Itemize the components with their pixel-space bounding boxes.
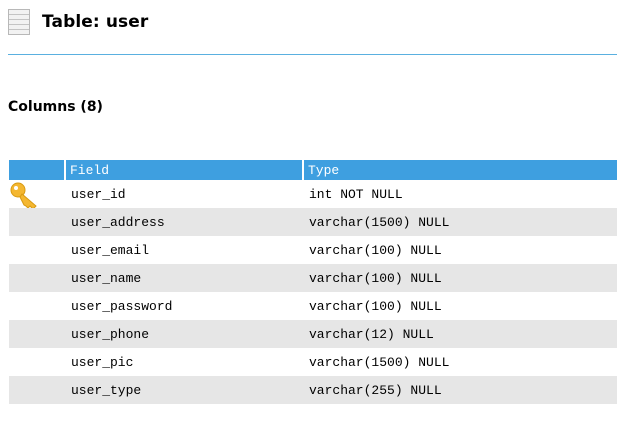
key-cell (9, 208, 65, 236)
field-name: user_phone (65, 320, 303, 348)
field-type: varchar(12) NULL (303, 320, 617, 348)
table-header-row: Field Type (9, 160, 617, 180)
field-name: user_name (65, 264, 303, 292)
field-name: user_address (65, 208, 303, 236)
key-cell (9, 292, 65, 320)
table-row[interactable]: user_password varchar(100) NULL (9, 292, 617, 320)
key-cell (9, 320, 65, 348)
key-cell (9, 180, 65, 210)
field-type: varchar(100) NULL (303, 236, 617, 264)
type-column-header[interactable]: Type (302, 160, 617, 180)
table-row[interactable]: user_address varchar(1500) NULL (9, 208, 617, 236)
table-icon (8, 9, 30, 35)
field-type: varchar(1500) NULL (303, 208, 617, 236)
field-name: user_type (65, 376, 303, 404)
table-row[interactable]: user_email varchar(100) NULL (9, 236, 617, 264)
header-divider (8, 54, 617, 55)
columns-table: Field Type user_id int NOT NULL user_add… (9, 160, 617, 404)
table-row[interactable]: user_pic varchar(1500) NULL (9, 348, 617, 376)
page-title: Table: user (42, 12, 149, 32)
key-cell (9, 348, 65, 376)
field-type: varchar(255) NULL (303, 376, 617, 404)
table-row[interactable]: user_id int NOT NULL (9, 180, 617, 210)
page-header: Table: user (8, 8, 148, 36)
table-row[interactable]: user_type varchar(255) NULL (9, 376, 617, 404)
key-cell (9, 236, 65, 264)
field-type: int NOT NULL (303, 180, 617, 208)
field-name: user_id (65, 180, 303, 208)
field-name: user_email (65, 236, 303, 264)
columns-section-title: Columns (8) (8, 99, 103, 115)
key-cell (9, 376, 65, 404)
primary-key-icon (10, 182, 37, 210)
field-type: varchar(1500) NULL (303, 348, 617, 376)
table-row[interactable]: user_phone varchar(12) NULL (9, 320, 617, 348)
field-name: user_pic (65, 348, 303, 376)
key-column-header (9, 160, 65, 180)
key-cell (9, 264, 65, 292)
field-type: varchar(100) NULL (303, 264, 617, 292)
field-name: user_password (65, 292, 303, 320)
table-row[interactable]: user_name varchar(100) NULL (9, 264, 617, 292)
field-column-header[interactable]: Field (64, 160, 303, 180)
field-type: varchar(100) NULL (303, 292, 617, 320)
